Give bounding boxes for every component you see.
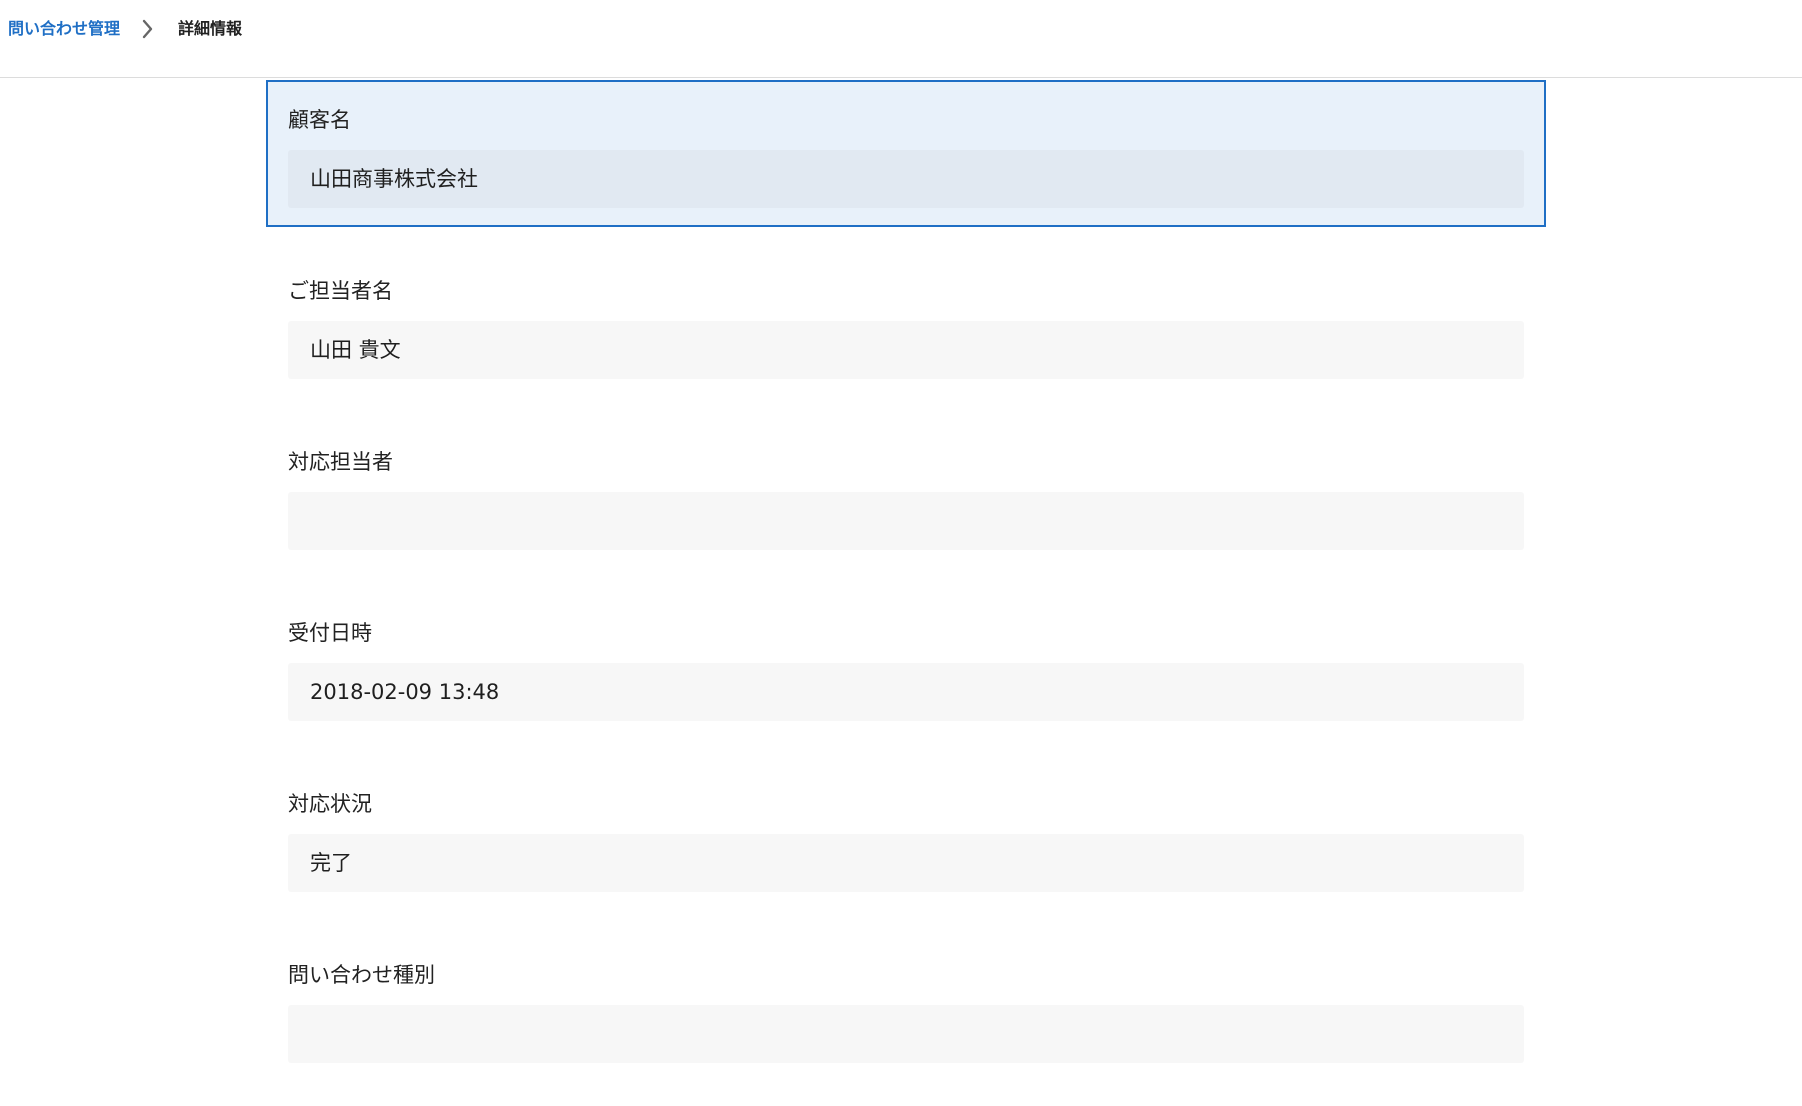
field-customer-name[interactable]: 顧客名 山田商事株式会社 (266, 80, 1546, 227)
field-label: 問い合わせ種別 (288, 963, 435, 987)
breadcrumb: 問い合わせ管理 詳細情報 (8, 18, 242, 40)
field-label: 対応担当者 (288, 450, 393, 474)
status-value[interactable]: 完了 (288, 834, 1524, 892)
field-inquiry-type[interactable]: 問い合わせ種別 (266, 935, 1546, 1082)
chevron-right-icon (136, 18, 160, 40)
received-at-value[interactable]: 2018-02-09 13:48 (288, 663, 1524, 721)
breadcrumb-current: 詳細情報 (178, 19, 243, 38)
field-label: 対応状況 (288, 792, 372, 816)
page-header: 問い合わせ管理 詳細情報 (0, 0, 1802, 78)
field-contact-person[interactable]: ご担当者名 山田 貴文 (266, 251, 1546, 398)
customer-name-value[interactable]: 山田商事株式会社 (288, 150, 1524, 208)
field-label: ご担当者名 (288, 279, 393, 303)
field-label: 受付日時 (288, 621, 372, 645)
assignee-value[interactable] (288, 492, 1524, 550)
field-received-at[interactable]: 受付日時 2018-02-09 13:48 (266, 593, 1546, 740)
breadcrumb-link-inquiry-management[interactable]: 問い合わせ管理 (8, 18, 120, 40)
field-label: 顧客名 (288, 108, 351, 132)
inquiry-type-value[interactable] (288, 1005, 1524, 1063)
field-status[interactable]: 対応状況 完了 (266, 764, 1546, 911)
contact-person-value[interactable]: 山田 貴文 (288, 321, 1524, 379)
field-assignee[interactable]: 対応担当者 (266, 422, 1546, 569)
detail-form: 顧客名 山田商事株式会社 ご担当者名 山田 貴文 対応担当者 受付日時 2018… (266, 80, 1546, 1106)
